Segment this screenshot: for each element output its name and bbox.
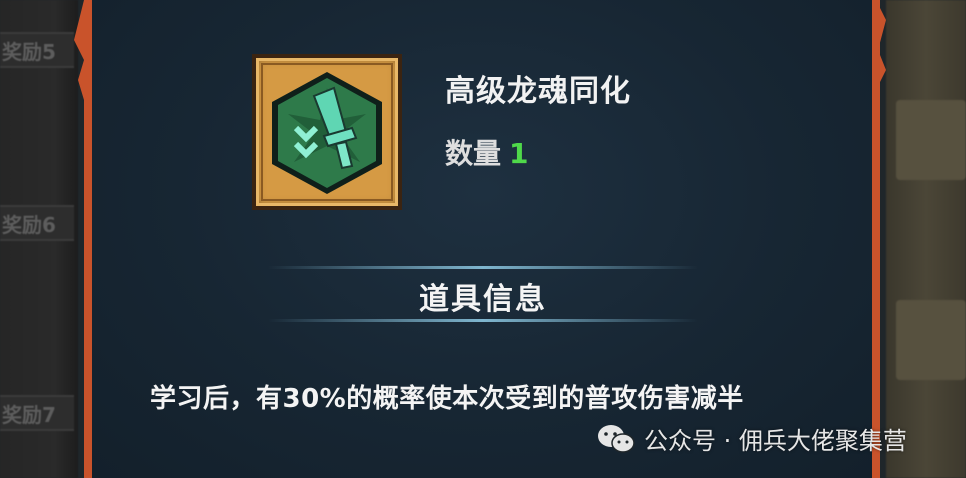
item-info-screen: 奖励5 奖励6 奖励7 高级龙魂同化 数量 1 道具信息 学习后，有30%的概率… xyxy=(0,0,966,478)
divider-line xyxy=(268,266,698,269)
item-name: 高级龙魂同化 xyxy=(445,74,631,109)
item-quantity: 数量 1 xyxy=(445,132,529,172)
quantity-label: 数量 xyxy=(445,137,502,170)
item-info-title: 道具信息 xyxy=(419,282,547,317)
reward-tab-7[interactable]: 奖励7 xyxy=(0,395,74,431)
right-background-block xyxy=(896,300,966,380)
reward-tab-5[interactable]: 奖励5 xyxy=(0,32,74,68)
item-description: 学习后，有30%的概率使本次受到的普攻伤害减半 xyxy=(150,384,744,414)
watermark-text: 公众号 · 佣兵大佬聚集营 xyxy=(644,427,907,455)
panel-left-edge-decoration xyxy=(74,0,88,478)
reward-tab-label: 奖励6 xyxy=(2,212,56,237)
reward-tab-label: 奖励5 xyxy=(2,39,56,64)
watermark: 公众号 · 佣兵大佬聚集营 xyxy=(596,421,907,456)
dragon-soul-sword-emblem-icon xyxy=(261,63,393,201)
divider-line xyxy=(268,319,698,322)
wechat-icon xyxy=(598,424,635,453)
quantity-value: 1 xyxy=(509,137,529,170)
right-background-panel xyxy=(886,0,966,478)
panel-right-edge-decoration xyxy=(872,0,886,478)
item-icon-frame xyxy=(252,54,402,210)
right-background-block xyxy=(896,100,966,180)
item-info-header: 道具信息 xyxy=(268,266,698,322)
reward-tab-6[interactable]: 奖励6 xyxy=(0,205,74,241)
reward-tab-label: 奖励7 xyxy=(2,402,56,427)
reward-list-background: 奖励5 奖励6 奖励7 xyxy=(0,0,78,478)
